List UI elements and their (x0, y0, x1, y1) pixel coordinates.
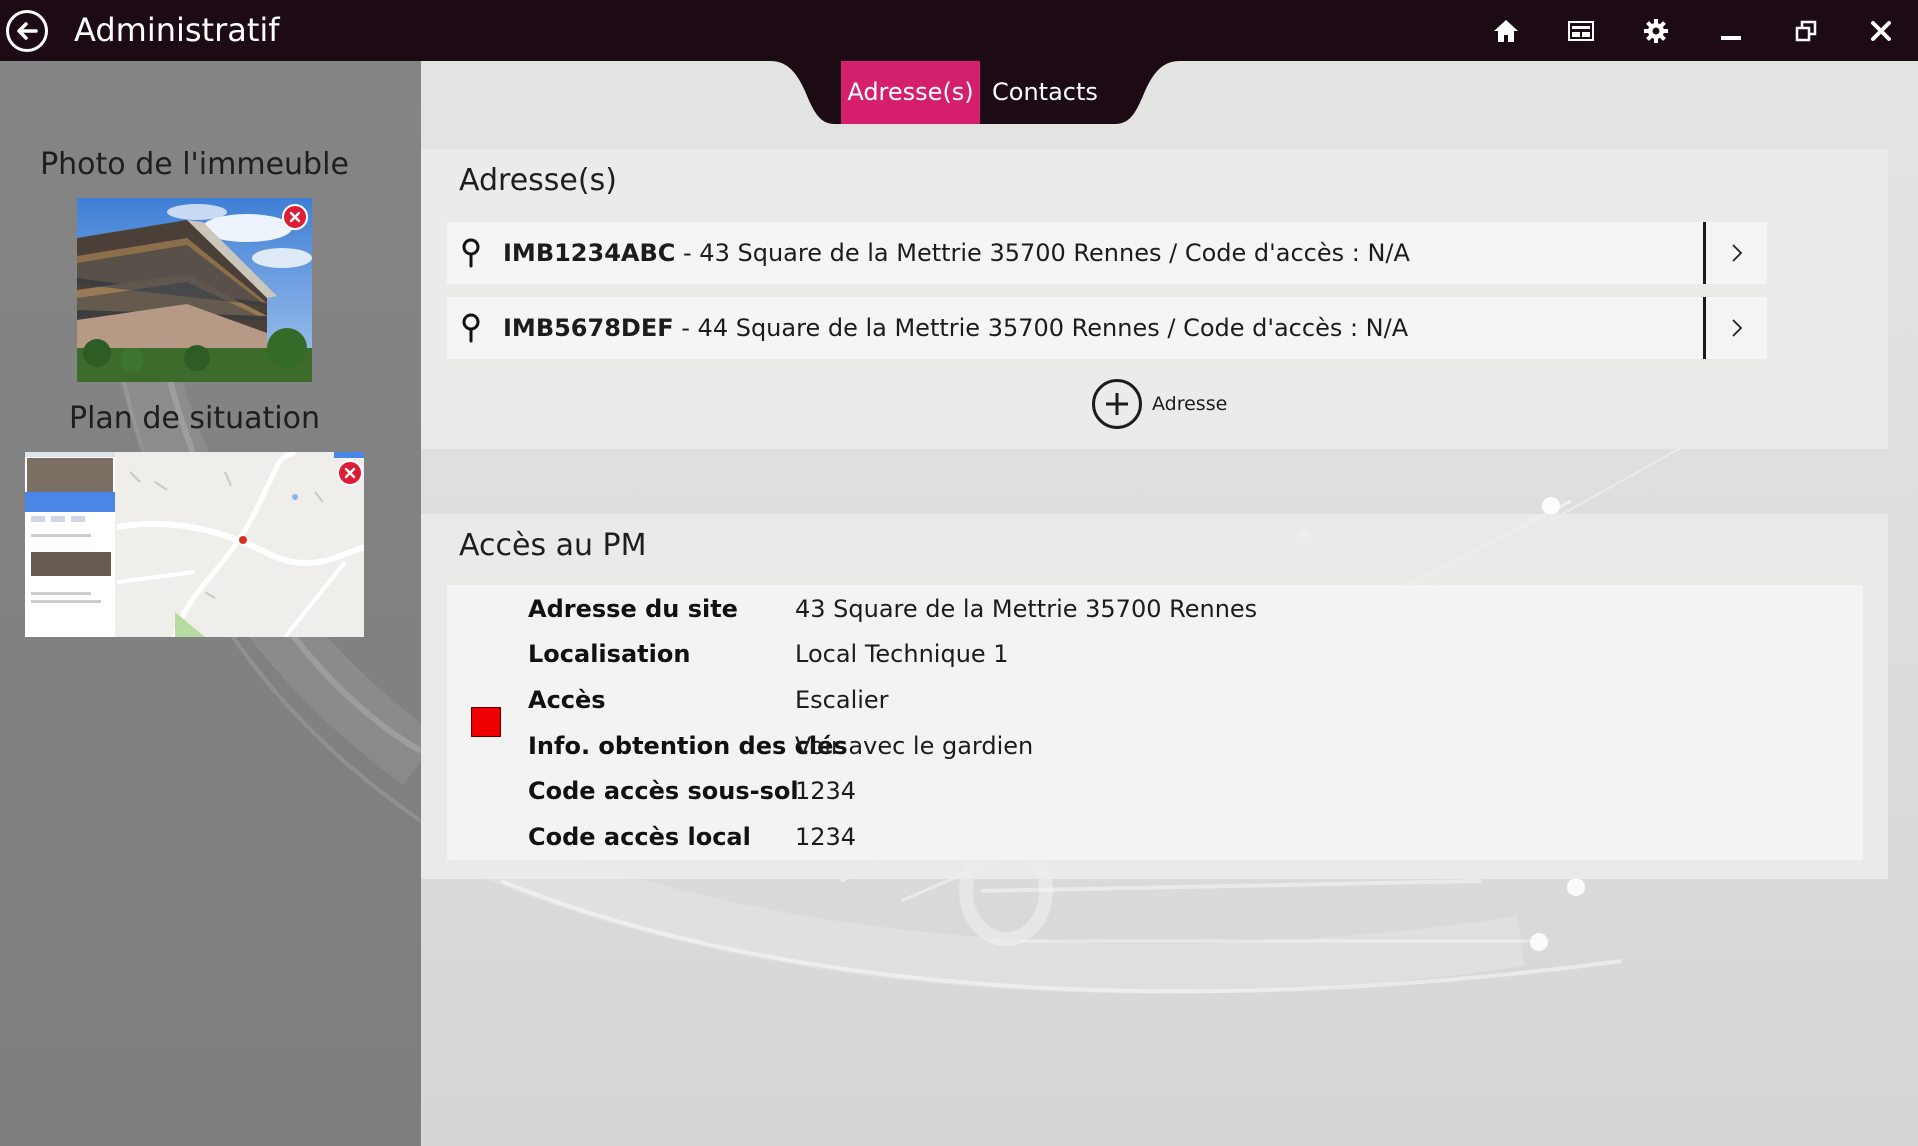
pm-value-basement-code: 1234 (795, 777, 857, 805)
home-button[interactable] (1468, 0, 1543, 61)
back-button[interactable] (6, 10, 48, 52)
address-street: - 43 Square de la Mettrie 35700 Rennes (675, 239, 1162, 267)
open-address-button[interactable] (1706, 297, 1767, 359)
add-address-label: Adresse (1152, 393, 1228, 415)
app-title: Administratif (74, 11, 280, 49)
pm-label-site-address: Adresse du site (528, 595, 738, 623)
address-row[interactable]: IMB1234ABC - 43 Square de la Mettrie 357… (447, 222, 1767, 284)
add-address-button[interactable]: Adresse (1092, 377, 1227, 431)
chevron-right-icon (1731, 319, 1742, 337)
restore-button[interactable] (1768, 0, 1843, 61)
close-icon (289, 211, 301, 223)
home-icon (1493, 19, 1518, 42)
dashboard-button[interactable] (1543, 0, 1618, 61)
site-plan-image[interactable] (25, 452, 364, 637)
pm-value-key-info: Voir avec le gardien (795, 732, 1034, 760)
building-photo[interactable] (77, 198, 312, 382)
remove-plan-button[interactable] (337, 460, 363, 486)
plus-circle-icon (1092, 379, 1142, 429)
minimize-icon (1720, 35, 1741, 40)
sidebar: Photo de l'immeuble Plan de situation (0, 61, 421, 1146)
pm-label-local-code: Code accès local (528, 823, 751, 851)
pm-panel-title: Accès au PM (459, 528, 647, 563)
window-controls (1468, 0, 1918, 61)
main-content: Adresse(s) Contacts Adresse(s) IMB1234AB… (421, 61, 1918, 1146)
status-indicator (471, 707, 501, 737)
settings-button[interactable] (1618, 0, 1693, 61)
address-code: IMB5678DEF (503, 314, 674, 342)
tab-contacts[interactable]: Contacts (992, 61, 1098, 124)
location-pin-icon (462, 313, 480, 343)
pm-access-panel: Accès au PM Adresse du site 43 Square de… (421, 514, 1888, 879)
tab-adresses[interactable]: Adresse(s) (841, 61, 980, 124)
pm-value-access: Escalier (795, 686, 889, 714)
photo-heading: Photo de l'immeuble (40, 147, 349, 182)
pm-value-local-code: 1234 (795, 823, 857, 851)
chevron-right-icon (1731, 244, 1742, 262)
address-access-code: / Code d'accès : N/A (1161, 239, 1410, 267)
pm-label-location: Localisation (528, 640, 691, 668)
address-street: - 44 Square de la Mettrie 35700 Rennes (673, 314, 1160, 342)
addresses-panel-title: Adresse(s) (459, 163, 617, 198)
address-code: IMB1234ABC (503, 239, 676, 267)
pm-details: Adresse du site 43 Square de la Mettrie … (447, 585, 1863, 860)
map-thumbnail (25, 452, 364, 637)
pm-value-location: Local Technique 1 (795, 640, 1009, 668)
restore-icon (1795, 20, 1816, 41)
close-icon (1870, 20, 1891, 41)
building-photo-image (77, 198, 312, 382)
address-text: IMB5678DEF - 44 Square de la Mettrie 357… (503, 297, 1408, 359)
open-address-button[interactable] (1706, 222, 1767, 284)
remove-photo-button[interactable] (282, 204, 308, 230)
pm-value-site-address: 43 Square de la Mettrie 35700 Rennes (795, 595, 1258, 623)
location-pin-icon (462, 238, 480, 268)
close-button[interactable] (1843, 0, 1918, 61)
close-icon (344, 467, 356, 479)
minimize-button[interactable] (1693, 0, 1768, 61)
gear-icon (1643, 18, 1668, 43)
title-bar: Administratif (0, 0, 1918, 61)
addresses-panel: Adresse(s) IMB1234ABC - 43 Square de la … (421, 149, 1888, 449)
plan-heading: Plan de situation (69, 401, 320, 436)
address-text: IMB1234ABC - 43 Square de la Mettrie 357… (503, 222, 1410, 284)
pm-label-access: Accès (528, 686, 606, 714)
pm-label-basement-code: Code accès sous-sol (528, 777, 799, 805)
address-access-code: / Code d'accès : N/A (1159, 314, 1409, 342)
dashboard-icon (1567, 20, 1594, 41)
address-row[interactable]: IMB5678DEF - 44 Square de la Mettrie 357… (447, 297, 1767, 359)
back-arrow-icon (17, 22, 38, 40)
tab-bar: Adresse(s) Contacts (770, 61, 1180, 124)
